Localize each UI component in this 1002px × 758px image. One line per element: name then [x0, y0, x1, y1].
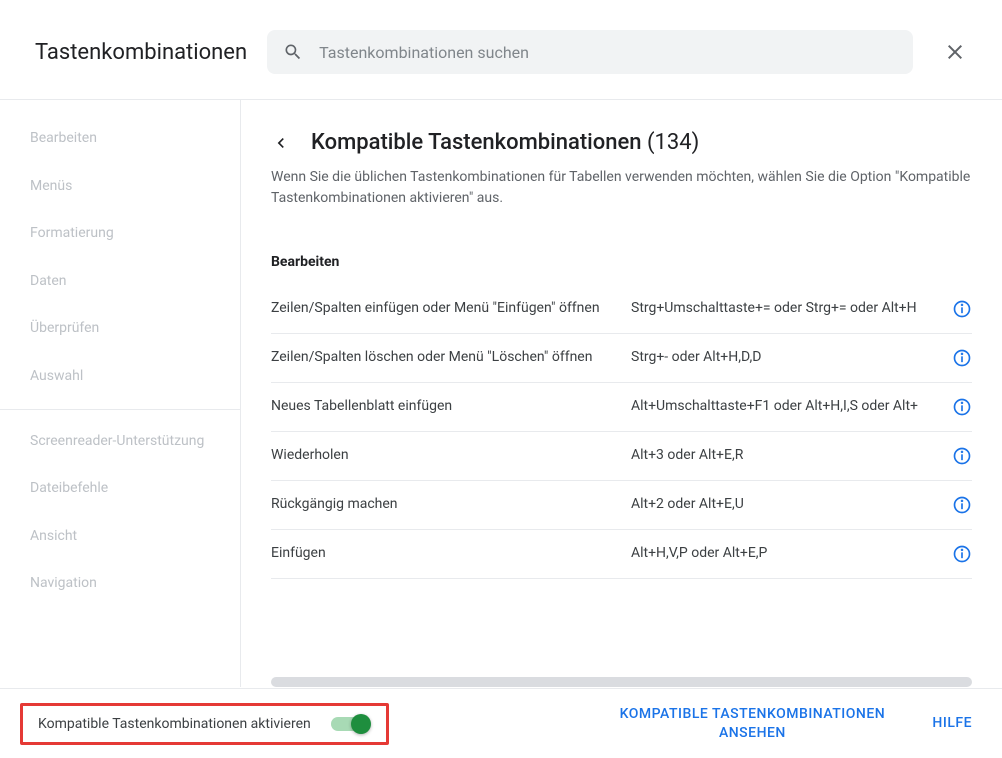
search-icon — [283, 42, 303, 62]
section-title: Kompatible Tastenkombinationen (134) — [311, 130, 699, 155]
sidebar-item-label: Bearbeiten — [30, 130, 97, 146]
shortcut-keys: Strg+- oder Alt+H,D,D — [631, 348, 932, 368]
help-link[interactable]: HILFE — [932, 714, 972, 732]
shortcut-name: Zeilen/Spalten einfügen oder Menü "Einfü… — [271, 299, 611, 319]
title-row: Kompatible Tastenkombinationen (134) — [271, 130, 972, 155]
info-icon[interactable] — [952, 299, 972, 319]
sidebar-item-navigation[interactable]: Navigation — [0, 560, 240, 608]
sidebar-item-label: Ansicht — [30, 528, 77, 544]
section-description: Wenn Sie die üblichen Tastenkombinatione… — [271, 167, 972, 209]
sidebar-item-label: Dateibefehle — [30, 480, 108, 496]
toggle-thumb — [351, 714, 371, 734]
shortcut-name: Zeilen/Spalten löschen oder Menü "Lösche… — [271, 348, 611, 368]
sidebar: Bearbeiten Menüs Formatierung Daten Über… — [0, 100, 240, 687]
sidebar-item-label: Formatierung — [30, 225, 114, 241]
sidebar-item-label: Überprüfen — [30, 320, 99, 336]
info-icon[interactable] — [952, 348, 972, 368]
shortcut-row: Neues Tabellenblatt einfügen Alt+Umschal… — [271, 383, 972, 432]
sidebar-item-daten[interactable]: Daten — [0, 258, 240, 306]
main-content: Kompatible Tastenkombinationen (134) Wen… — [240, 100, 1002, 687]
sidebar-item-ansicht[interactable]: Ansicht — [0, 513, 240, 561]
shortcut-row: Zeilen/Spalten einfügen oder Menü "Einfü… — [271, 285, 972, 334]
sidebar-divider — [0, 409, 240, 410]
shortcut-row: Einfügen Alt+H,V,P oder Alt+E,P — [271, 530, 972, 579]
sidebar-item-ueberpruefen[interactable]: Überprüfen — [0, 305, 240, 353]
dialog-footer: Kompatible Tastenkombinationen aktiviere… — [0, 688, 1002, 758]
sidebar-item-label: Screenreader-Unterstützung — [30, 433, 204, 449]
sidebar-item-label: Navigation — [30, 575, 97, 591]
info-icon[interactable] — [952, 495, 972, 515]
sidebar-item-label: Daten — [30, 273, 67, 289]
sidebar-item-dateibefehle[interactable]: Dateibefehle — [0, 465, 240, 513]
shortcut-keys: Alt+H,V,P oder Alt+E,P — [631, 544, 932, 564]
toggle-label: Kompatible Tastenkombinationen aktiviere… — [38, 716, 311, 732]
shortcut-row: Rückgängig machen Alt+2 oder Alt+E,U — [271, 481, 972, 530]
section-count: (134) — [647, 130, 699, 155]
info-icon[interactable] — [952, 446, 972, 466]
shortcut-row: Wiederholen Alt+3 oder Alt+E,R — [271, 432, 972, 481]
category-title: Bearbeiten — [271, 229, 972, 285]
toggle-container-highlighted: Kompatible Tastenkombinationen aktiviere… — [20, 703, 389, 745]
shortcut-keys: Alt+Umschalttaste+F1 oder Alt+H,I,S oder… — [631, 397, 932, 417]
shortcut-name: Einfügen — [271, 544, 611, 564]
sidebar-item-formatierung[interactable]: Formatierung — [0, 210, 240, 258]
info-icon[interactable] — [952, 397, 972, 417]
page-title: Tastenkombinationen — [35, 40, 247, 65]
sidebar-item-auswahl[interactable]: Auswahl — [0, 353, 240, 401]
compat-shortcuts-toggle[interactable] — [331, 714, 371, 734]
sidebar-item-bearbeiten[interactable]: Bearbeiten — [0, 115, 240, 163]
shortcuts-list[interactable]: Bearbeiten Zeilen/Spalten einfügen oder … — [241, 229, 1002, 672]
shortcut-name: Neues Tabellenblatt einfügen — [271, 397, 611, 417]
shortcut-name: Rückgängig machen — [271, 495, 611, 515]
search-container[interactable] — [267, 30, 913, 74]
section-title-text: Kompatible Tastenkombinationen — [311, 130, 642, 155]
dialog-header: Tastenkombinationen — [0, 0, 1002, 99]
search-input[interactable] — [319, 43, 897, 62]
shortcut-keys: Alt+3 oder Alt+E,R — [631, 446, 932, 466]
horizontal-scrollbar[interactable] — [271, 677, 972, 687]
shortcut-keys: Alt+2 oder Alt+E,U — [631, 495, 932, 515]
close-icon[interactable] — [943, 40, 967, 64]
sidebar-item-screenreader[interactable]: Screenreader-Unterstützung — [0, 418, 240, 466]
shortcut-keys: Strg+Umschalttaste+= oder Strg+= oder Al… — [631, 299, 932, 319]
sidebar-item-label: Auswahl — [30, 368, 83, 384]
shortcut-row: Zeilen/Spalten löschen oder Menü "Lösche… — [271, 334, 972, 383]
info-icon[interactable] — [952, 544, 972, 564]
main-header: Kompatible Tastenkombinationen (134) Wen… — [241, 100, 1002, 229]
back-arrow-icon[interactable] — [271, 133, 291, 153]
sidebar-item-label: Menüs — [30, 178, 72, 194]
shortcut-name: Wiederholen — [271, 446, 611, 466]
content-wrapper: Bearbeiten Menüs Formatierung Daten Über… — [0, 99, 1002, 687]
sidebar-item-menues[interactable]: Menüs — [0, 163, 240, 211]
view-compat-shortcuts-link[interactable]: KOMPATIBLE TASTENKOMBINATIONEN ANSEHEN — [602, 705, 902, 741]
